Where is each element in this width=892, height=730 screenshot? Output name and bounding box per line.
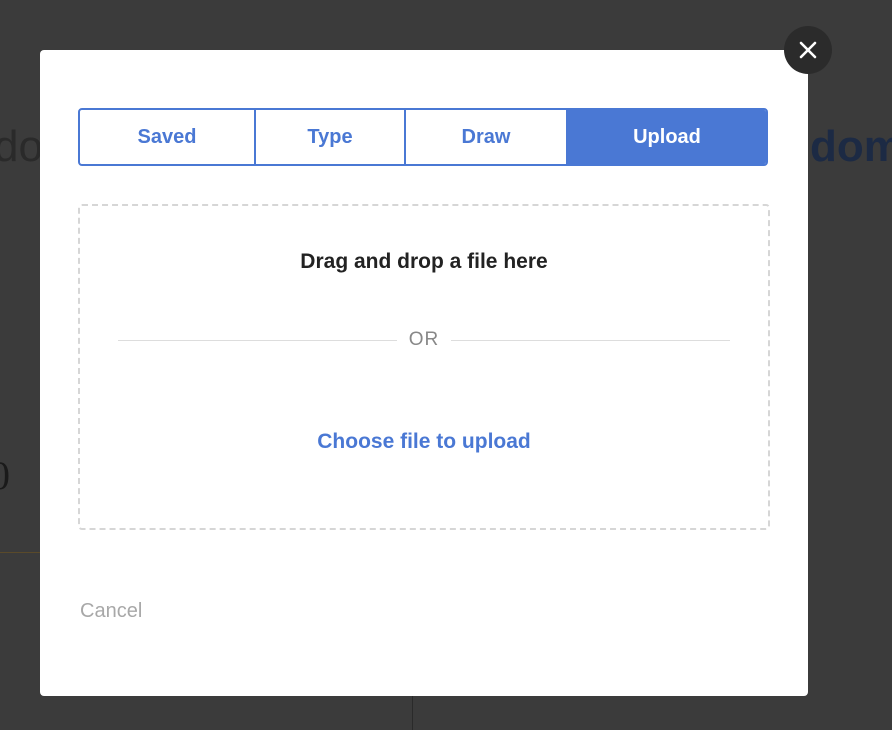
file-dropzone[interactable]: Drag and drop a file here OR Choose file…	[78, 204, 770, 530]
or-divider: OR	[118, 328, 730, 352]
close-button[interactable]	[784, 26, 832, 74]
cancel-button[interactable]: Cancel	[80, 600, 142, 623]
close-icon	[799, 41, 817, 59]
background-number-fragment: 0	[0, 453, 10, 498]
tab-type[interactable]: Type	[254, 110, 404, 164]
signature-method-tabs: Saved Type Draw Upload	[78, 108, 768, 166]
background-divider-vertical	[412, 696, 413, 730]
divider-line-left	[118, 339, 397, 341]
tab-upload[interactable]: Upload	[566, 110, 766, 164]
dropzone-title: Drag and drop a file here	[300, 250, 548, 273]
choose-file-link[interactable]: Choose file to upload	[80, 430, 768, 454]
divider-or-text: OR	[408, 329, 440, 350]
background-divider	[0, 552, 40, 553]
background-text-fragment: do	[0, 122, 43, 171]
tab-draw[interactable]: Draw	[404, 110, 566, 164]
background-heading-fragment: dom	[810, 122, 892, 171]
upload-signature-modal: Saved Type Draw Upload Drag and drop a f…	[40, 50, 808, 696]
divider-line-right	[451, 339, 730, 341]
tab-saved[interactable]: Saved	[80, 110, 254, 164]
